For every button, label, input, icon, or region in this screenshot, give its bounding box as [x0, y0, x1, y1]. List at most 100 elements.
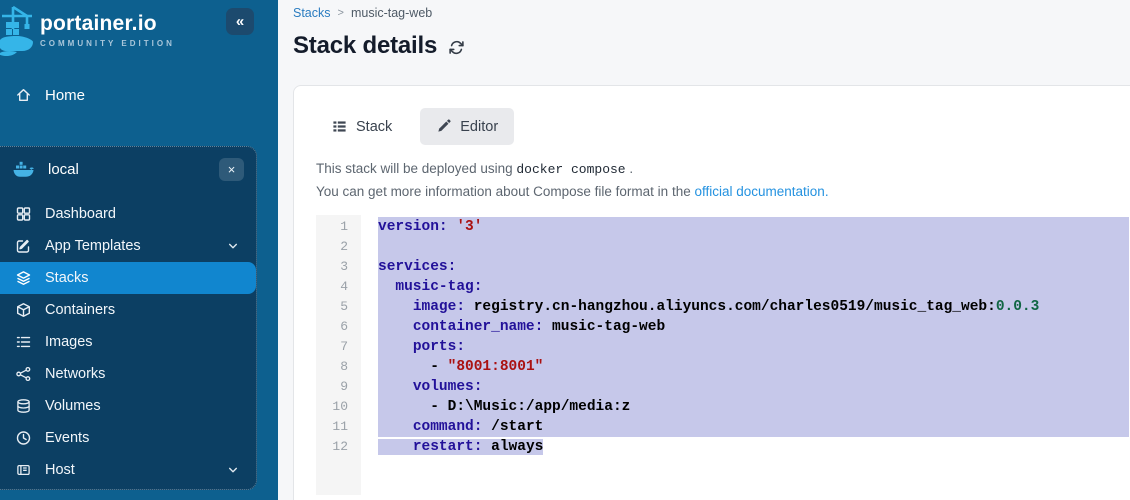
networks-icon: [15, 366, 32, 382]
logo-text: portainer.io COMMUNITY EDITION: [40, 12, 175, 48]
sidebar-item-app-templates[interactable]: App Templates: [0, 230, 256, 262]
sidebar-item-host[interactable]: Host: [0, 454, 256, 486]
code-line[interactable]: [378, 237, 1129, 257]
code-token: image:: [413, 299, 465, 315]
code-line[interactable]: music-tag:: [378, 277, 1129, 297]
chevron-down-icon: [226, 239, 240, 253]
tab-editor[interactable]: Editor: [420, 108, 514, 145]
docker-whale-icon: [13, 161, 35, 179]
official-documentation-link[interactable]: official documentation.: [694, 184, 828, 199]
containers-icon: [15, 302, 32, 318]
code-token: music-tag-web: [543, 319, 665, 335]
sidebar-item-label: Stacks: [45, 270, 89, 286]
stack-details-card: Stack Editor This stack will be deployed…: [293, 85, 1130, 500]
deploy-method-code: docker compose: [516, 162, 625, 177]
tab-label: Editor: [460, 119, 498, 135]
code-token: [378, 319, 413, 335]
sidebar-item-label: Events: [45, 430, 89, 446]
deploy-note-period: .: [629, 161, 633, 176]
code-line[interactable]: command: /start: [378, 417, 1129, 437]
line-number: 6: [316, 317, 348, 337]
environment-header[interactable]: local ×: [0, 147, 256, 192]
breadcrumb-current: music-tag-web: [351, 6, 432, 20]
code-token: restart:: [413, 439, 483, 455]
code-token: music-tag:: [395, 279, 482, 295]
code-token: [378, 439, 413, 455]
compose-editor[interactable]: 123456789101112 version: '3'services: mu…: [316, 215, 1129, 495]
main-content: Stacks > music-tag-web Stack details Sta…: [278, 0, 1130, 500]
code-line[interactable]: volumes:: [378, 377, 1129, 397]
code-token: [378, 419, 413, 435]
environment-close-button[interactable]: ×: [219, 158, 244, 181]
code-token: command:: [413, 419, 483, 435]
host-icon: [15, 462, 32, 478]
sidebar-collapse-button[interactable]: «: [226, 8, 254, 35]
line-number: 4: [316, 277, 348, 297]
code-token: services:: [378, 259, 456, 275]
code-line[interactable]: restart: always: [378, 437, 1129, 457]
refresh-icon[interactable]: [448, 39, 465, 56]
line-number: 3: [316, 257, 348, 277]
sidebar-item-label: Dashboard: [45, 206, 116, 222]
home-label: Home: [45, 87, 85, 104]
deploy-note: This stack will be deployed using docker…: [316, 161, 1129, 177]
line-number: 11: [316, 417, 348, 437]
sidebar-item-images[interactable]: Images: [0, 326, 256, 358]
logo-subtitle: COMMUNITY EDITION: [40, 39, 175, 48]
pencil-icon: [436, 119, 451, 134]
sidebar-item-label: Containers: [45, 302, 115, 318]
portainer-app: portainer.io COMMUNITY EDITION « Home: [0, 0, 1130, 500]
stack-tab-icon: [332, 119, 347, 134]
portainer-crane-icon: [0, 4, 36, 64]
code-token: container_name:: [413, 319, 544, 335]
sidebar-item-label: Host: [45, 462, 75, 478]
code-token: [378, 339, 413, 355]
editor-code[interactable]: version: '3' services: music-tag: image: …: [361, 215, 1129, 495]
code-line[interactable]: - D:\Music:/app/media:z: [378, 397, 1129, 417]
code-token: volumes:: [413, 379, 483, 395]
environment-name: local: [48, 161, 79, 178]
sidebar-item-networks[interactable]: Networks: [0, 358, 256, 390]
logo-title: portainer.io: [40, 12, 175, 36]
code-token: '3': [456, 219, 482, 235]
tab-bar: Stack Editor: [316, 108, 1129, 145]
tab-stack[interactable]: Stack: [316, 108, 408, 145]
docs-note-text: You can get more information about Compo…: [316, 184, 691, 199]
code-line[interactable]: ports:: [378, 337, 1129, 357]
sidebar-item-volumes[interactable]: Volumes: [0, 390, 256, 422]
editor-gutter: 123456789101112: [316, 215, 361, 495]
code-token: /start: [482, 419, 543, 435]
code-token: 0.0.3: [996, 299, 1040, 315]
sidebar-item-home[interactable]: Home: [0, 80, 278, 110]
line-number: 5: [316, 297, 348, 317]
title-row: Stack details: [293, 32, 1130, 60]
line-number: 9: [316, 377, 348, 397]
sidebar-item-events[interactable]: Events: [0, 422, 256, 454]
code-line[interactable]: container_name: music-tag-web: [378, 317, 1129, 337]
sidebar-item-dashboard[interactable]: Dashboard: [0, 198, 256, 230]
code-token: [378, 379, 413, 395]
code-line[interactable]: services:: [378, 257, 1129, 277]
line-number: 7: [316, 337, 348, 357]
code-token: ports:: [413, 339, 465, 355]
code-token: - D:\Music:/app/media:z: [378, 399, 630, 415]
dashboard-icon: [15, 206, 32, 222]
code-token: version:: [378, 219, 448, 235]
code-line[interactable]: version: '3': [378, 217, 1129, 237]
chevron-down-icon: [226, 463, 240, 477]
line-number: 1: [316, 217, 348, 237]
sidebar: portainer.io COMMUNITY EDITION « Home: [0, 0, 278, 500]
sidebar-item-stacks[interactable]: Stacks: [0, 262, 256, 294]
code-line[interactable]: image: registry.cn-hangzhou.aliyuncs.com…: [378, 297, 1129, 317]
deploy-note-text: This stack will be deployed using: [316, 161, 513, 176]
docs-note: You can get more information about Compo…: [316, 184, 1129, 199]
code-line[interactable]: - "8001:8001": [378, 357, 1129, 377]
sidebar-item-containers[interactable]: Containers: [0, 294, 256, 326]
tab-label: Stack: [356, 119, 392, 135]
line-number: 12: [316, 437, 348, 457]
sidebar-item-label: Images: [45, 334, 93, 350]
breadcrumb-stacks-link[interactable]: Stacks: [293, 6, 331, 20]
page-title: Stack details: [293, 32, 437, 60]
sidebar-item-label: Volumes: [45, 398, 101, 414]
line-number: 8: [316, 357, 348, 377]
